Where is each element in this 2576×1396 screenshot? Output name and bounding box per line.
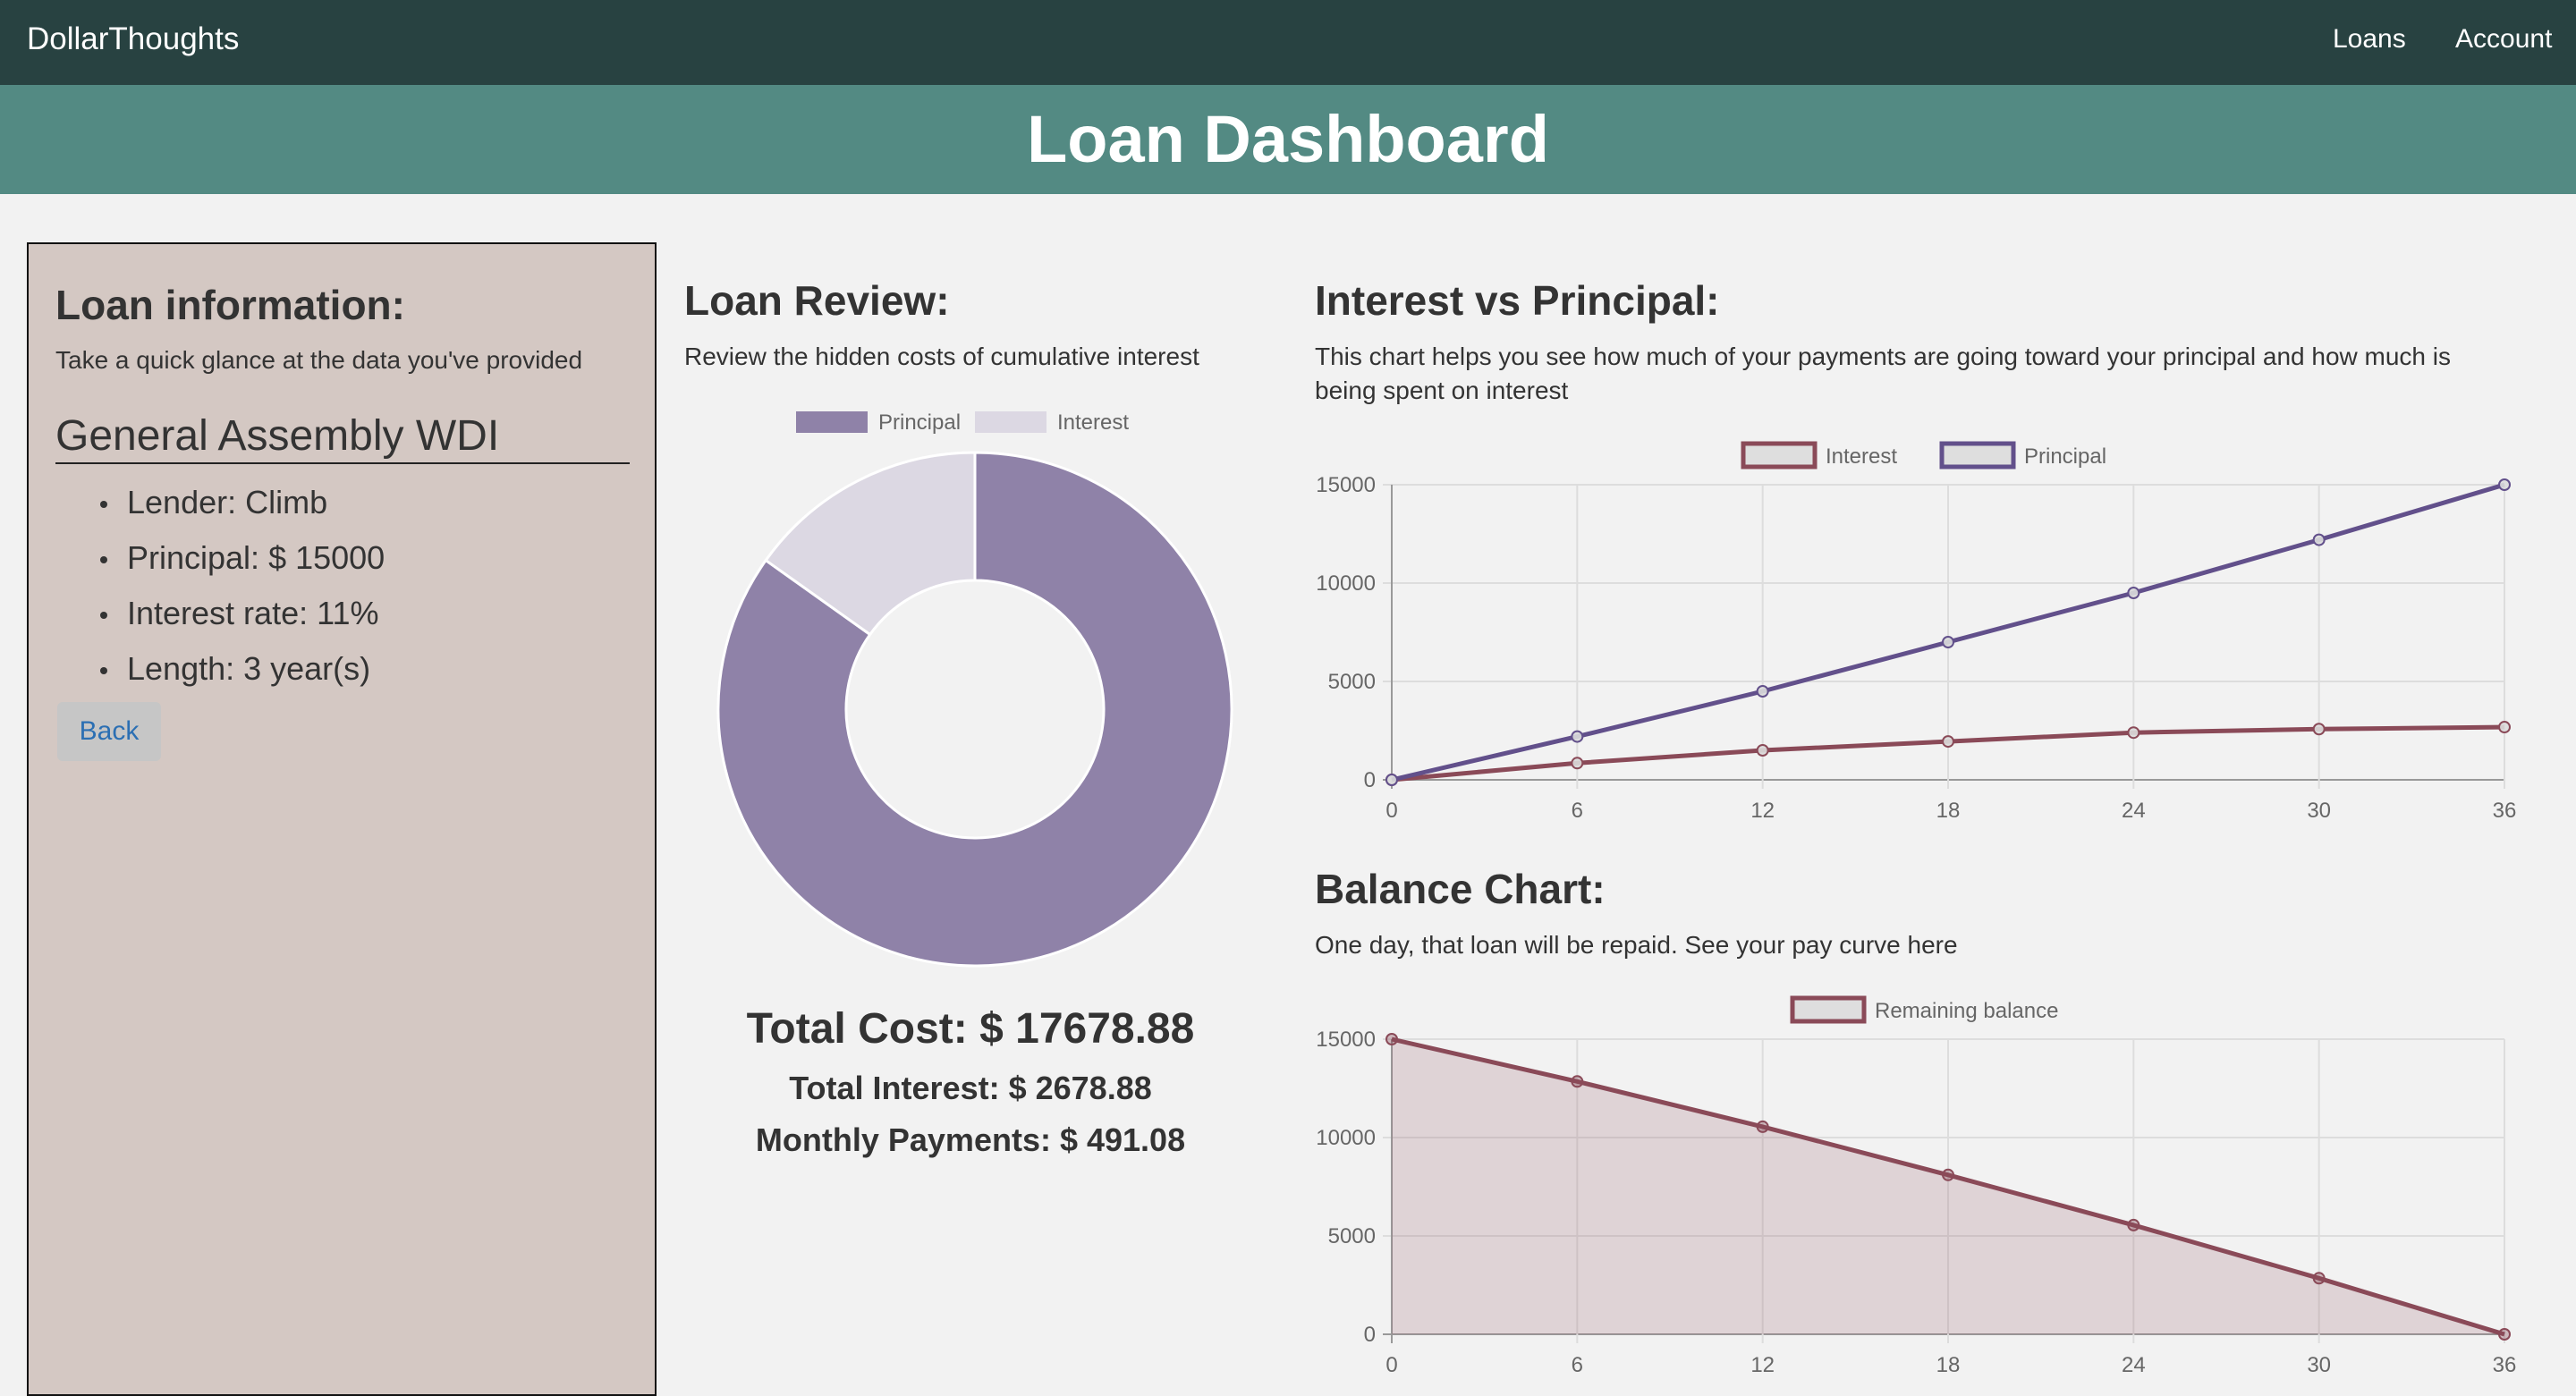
legend-label-principal: Principal — [878, 410, 961, 435]
x-tick-label: 36 — [2493, 799, 2517, 823]
interest-vs-principal-line-chart: Interest Principal 15000 10000 5000 00 6 12 18 24… — [1316, 441, 2517, 823]
x-tick-label: 30 — [2307, 799, 2331, 823]
interest-vs-principal-subtitle-line2: being spent on interest — [1315, 376, 1569, 404]
data-point-remaining-balance — [2498, 1328, 2511, 1341]
data-point-principal — [2312, 533, 2326, 546]
legend-swatch-remaining-balance — [1790, 995, 1867, 1024]
loan-details-list: Lender: Climb Principal: $ 15000 Interes… — [55, 475, 385, 697]
y-tick-label: 0 — [1364, 1323, 1376, 1347]
brand-logo[interactable]: DollarThoughts — [27, 20, 239, 59]
data-point-principal — [1385, 774, 1398, 786]
loan-info-panel: Loan information: Take a quick glance at… — [27, 242, 657, 1396]
list-item-principal: Principal: $ 15000 — [55, 530, 385, 586]
data-point-principal — [1942, 636, 1954, 648]
legend-label-interest: Interest — [1057, 410, 1129, 435]
x-tick-label: 12 — [1750, 1353, 1775, 1372]
interest-vs-principal-subtitle-line1: This chart helps you see how much of you… — [1315, 343, 2451, 370]
y-tick-label: 10000 — [1316, 571, 1376, 596]
data-point-remaining-balance — [2312, 1272, 2326, 1285]
loan-review-doughnut-chart: Principal Interest — [716, 410, 1233, 968]
data-point-interest — [1571, 757, 1584, 770]
data-point-interest — [1942, 735, 1954, 749]
loan-name: General Assembly WDI — [55, 410, 630, 464]
data-point-remaining-balance — [1571, 1075, 1584, 1088]
data-point-remaining-balance — [2127, 1218, 2140, 1231]
x-tick-label: 12 — [1750, 799, 1775, 823]
balance-chart-subtitle: One day, that loan will be repaid. See y… — [1315, 931, 1958, 959]
loan-info-subtitle: Take a quick glance at the data you've p… — [55, 346, 583, 374]
legend-swatch-interest — [975, 411, 1046, 433]
top-navbar: DollarThoughts Loans Account — [0, 0, 2576, 85]
data-point-principal — [2127, 587, 2140, 599]
data-point-interest — [2498, 721, 2511, 734]
list-item-length: Length: 3 year(s) — [55, 641, 385, 697]
y-tick-label: 15000 — [1316, 473, 1376, 497]
legend-swatch-principal — [796, 411, 868, 433]
x-tick-label: 36 — [2493, 1353, 2517, 1372]
x-tick-label: 18 — [1936, 799, 1961, 823]
total-cost: Total Cost: $ 17678.88 — [746, 1005, 1195, 1053]
y-tick-label: 0 — [1364, 768, 1376, 792]
data-point-interest — [1756, 744, 1769, 757]
back-button[interactable]: Back — [57, 702, 161, 761]
legend-label-remaining-balance: Remaining balance — [1875, 999, 2058, 1023]
list-item-lender: Lender: Climb — [55, 475, 385, 530]
loan-info-title: Loan information: — [55, 282, 405, 328]
x-tick-label: 6 — [1572, 1353, 1583, 1372]
x-tick-label: 6 — [1572, 799, 1583, 823]
y-tick-label: 10000 — [1316, 1126, 1376, 1150]
x-tick-label: 0 — [1385, 799, 1397, 823]
data-point-principal — [2498, 478, 2511, 491]
data-point-principal — [1756, 685, 1769, 698]
legend-swatch-principal — [1939, 441, 2016, 470]
list-item-interest-rate: Interest rate: 11% — [55, 586, 385, 641]
monthly-payments: Monthly Payments: $ 491.08 — [755, 1121, 1186, 1158]
interest-vs-principal-title: Interest vs Principal: — [1315, 277, 1720, 324]
balance-chart-title: Balance Chart: — [1315, 866, 1606, 912]
legend-label-interest: Interest — [1826, 444, 1897, 469]
x-tick-label: 30 — [2307, 1353, 2331, 1372]
page-title: Loan Dashboard — [1027, 102, 1549, 176]
legend-swatch-interest — [1741, 441, 1818, 470]
data-point-principal — [1571, 730, 1584, 743]
data-point-interest — [2127, 726, 2140, 740]
x-tick-label: 0 — [1385, 1353, 1397, 1372]
y-tick-label: 15000 — [1316, 1028, 1376, 1052]
data-point-remaining-balance — [1942, 1168, 1954, 1181]
loan-review-title: Loan Review: — [684, 277, 950, 324]
x-tick-label: 24 — [2122, 799, 2146, 823]
data-point-remaining-balance — [1385, 1033, 1398, 1045]
balance-area-chart: Remaining balance 15000 10000 5000 00 6 12 18 24… — [1316, 995, 2517, 1372]
total-interest: Total Interest: $ 2678.88 — [789, 1070, 1152, 1106]
y-tick-label: 5000 — [1328, 1224, 1376, 1248]
legend-label-principal: Principal — [2024, 444, 2106, 469]
data-point-remaining-balance — [1756, 1120, 1769, 1133]
x-tick-label: 24 — [2122, 1353, 2146, 1372]
nav-link-account[interactable]: Account — [2455, 21, 2552, 57]
y-tick-label: 5000 — [1328, 670, 1376, 694]
page-banner: Loan Dashboard — [0, 85, 2576, 194]
nav-link-loans[interactable]: Loans — [2333, 21, 2406, 57]
loan-review-subtitle: Review the hidden costs of cumulative in… — [684, 343, 1199, 370]
x-tick-label: 18 — [1936, 1353, 1961, 1372]
data-point-interest — [2312, 723, 2326, 736]
